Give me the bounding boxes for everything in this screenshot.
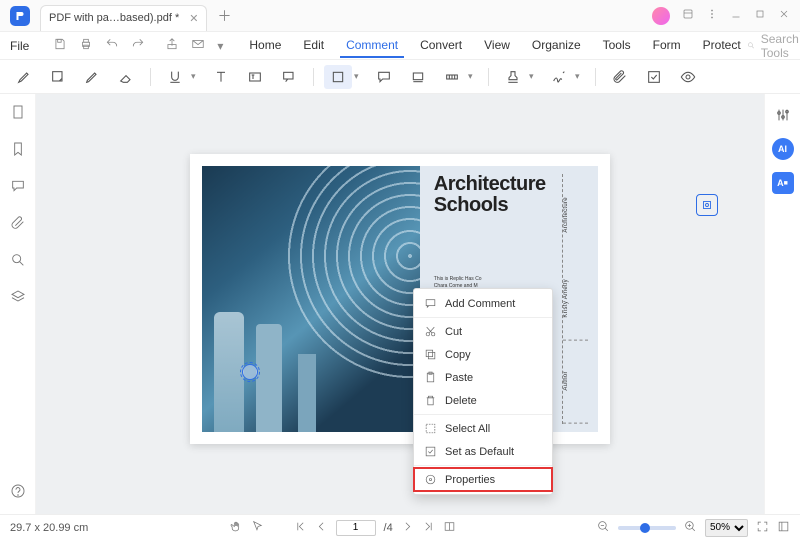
tab-protect[interactable]: Protect bbox=[697, 34, 747, 58]
ctx-copy[interactable]: Copy bbox=[414, 343, 552, 366]
new-tab-button[interactable]: ＋ bbox=[217, 6, 231, 26]
email-icon[interactable] bbox=[185, 37, 211, 54]
zoom-slider[interactable] bbox=[618, 526, 676, 530]
tab-organize[interactable]: Organize bbox=[526, 34, 587, 58]
ai-badge-icon[interactable] bbox=[652, 7, 670, 25]
measure-icon[interactable] bbox=[438, 65, 466, 89]
zoom-select[interactable]: 50% bbox=[705, 519, 748, 537]
context-menu: Add Comment Cut Copy Paste Delete Select… bbox=[413, 288, 553, 495]
sliders-icon[interactable] bbox=[772, 104, 794, 126]
text-icon[interactable] bbox=[207, 65, 235, 89]
maximize-icon[interactable] bbox=[754, 8, 766, 23]
tab-convert[interactable]: Convert bbox=[414, 34, 468, 58]
print-icon[interactable] bbox=[73, 37, 99, 54]
attachments-panel-icon[interactable] bbox=[10, 215, 26, 234]
close-window-icon[interactable] bbox=[778, 8, 790, 23]
search-tools[interactable]: Search Tools bbox=[747, 32, 800, 60]
comment-bubble-icon[interactable] bbox=[370, 65, 398, 89]
right-sidebar: AI A■ bbox=[764, 94, 800, 514]
ctx-cut[interactable]: Cut bbox=[414, 320, 552, 343]
tab-title: PDF with pa…based).pdf * bbox=[49, 12, 179, 24]
document-canvas[interactable]: Architecture Schools This is Replic Has … bbox=[36, 94, 764, 514]
comment-toolbar: ▾ ▾ ▾ ▾ ▾ bbox=[0, 60, 800, 94]
ctx-add-comment[interactable]: Add Comment bbox=[414, 292, 552, 315]
next-page-icon[interactable] bbox=[401, 520, 414, 536]
ai-tools-icon[interactable]: A■ bbox=[772, 172, 794, 194]
attachment-icon[interactable] bbox=[606, 65, 634, 89]
page-input[interactable] bbox=[336, 520, 376, 536]
reading-mode-icon[interactable] bbox=[443, 520, 456, 536]
callout-icon[interactable] bbox=[275, 65, 303, 89]
search-placeholder: Search Tools bbox=[761, 32, 800, 60]
pencil-icon[interactable] bbox=[78, 65, 106, 89]
prev-page-icon[interactable] bbox=[315, 520, 328, 536]
doc-title-1: Architecture bbox=[434, 174, 562, 195]
ctx-properties[interactable]: Properties bbox=[414, 468, 552, 491]
tab-home[interactable]: Home bbox=[243, 34, 287, 58]
title-bar: PDF with pa…based).pdf * ✕ ＋ bbox=[0, 0, 800, 32]
app-logo bbox=[10, 6, 30, 26]
search-panel-icon[interactable] bbox=[10, 252, 26, 271]
hand-tool-icon[interactable] bbox=[230, 520, 243, 536]
stamp-icon[interactable] bbox=[499, 65, 527, 89]
status-bar: 29.7 x 20.99 cm /4 50% bbox=[0, 514, 800, 540]
share-icon[interactable] bbox=[159, 37, 185, 54]
checklist-icon[interactable] bbox=[640, 65, 668, 89]
ai-chat-icon[interactable]: AI bbox=[772, 138, 794, 160]
panel-icon[interactable] bbox=[682, 8, 694, 23]
undo-icon[interactable] bbox=[99, 37, 125, 54]
ctx-paste[interactable]: Paste bbox=[414, 366, 552, 389]
highlight-icon[interactable] bbox=[10, 65, 38, 89]
layers-icon[interactable] bbox=[10, 289, 26, 308]
ctx-delete[interactable]: Delete bbox=[414, 389, 552, 412]
tab-tools[interactable]: Tools bbox=[597, 34, 637, 58]
page-photo bbox=[202, 166, 420, 432]
close-tab-icon[interactable]: ✕ bbox=[189, 12, 198, 25]
doc-title-2: Schools bbox=[434, 195, 562, 216]
tab-edit[interactable]: Edit bbox=[297, 34, 330, 58]
left-sidebar bbox=[0, 94, 36, 514]
eraser-icon[interactable] bbox=[112, 65, 140, 89]
ctx-set-default[interactable]: Set as Default bbox=[414, 440, 552, 463]
main-tabs: Home Edit Comment Convert View Organize … bbox=[243, 34, 746, 58]
tab-form[interactable]: Form bbox=[647, 34, 687, 58]
shape-icon[interactable] bbox=[324, 65, 352, 89]
document-tab[interactable]: PDF with pa…based).pdf * ✕ bbox=[40, 5, 207, 31]
note-icon[interactable] bbox=[44, 65, 72, 89]
help-icon[interactable] bbox=[10, 483, 26, 502]
last-page-icon[interactable] bbox=[422, 520, 435, 536]
redo-icon[interactable] bbox=[125, 37, 151, 54]
select-tool-icon[interactable] bbox=[251, 520, 264, 536]
side-strip: Architecture Kristy Ametly Author bbox=[562, 174, 588, 424]
more-icon[interactable] bbox=[706, 8, 718, 23]
textbox-icon[interactable] bbox=[241, 65, 269, 89]
minimize-icon[interactable] bbox=[730, 8, 742, 23]
zoom-in-icon[interactable] bbox=[684, 520, 697, 536]
floating-object-tool[interactable] bbox=[696, 194, 718, 216]
ctx-select-all[interactable]: Select All bbox=[414, 417, 552, 440]
fullscreen-icon[interactable] bbox=[777, 520, 790, 536]
fit-page-icon[interactable] bbox=[756, 520, 769, 536]
tab-comment[interactable]: Comment bbox=[340, 34, 404, 58]
zoom-out-icon[interactable] bbox=[597, 520, 610, 536]
comments-panel-icon[interactable] bbox=[10, 178, 26, 197]
bookmarks-icon[interactable] bbox=[10, 141, 26, 160]
page-total: /4 bbox=[384, 522, 393, 534]
first-page-icon[interactable] bbox=[294, 520, 307, 536]
thumbnails-icon[interactable] bbox=[10, 104, 26, 123]
file-menu[interactable]: File bbox=[0, 39, 39, 53]
save-icon[interactable] bbox=[47, 37, 73, 54]
tab-view[interactable]: View bbox=[478, 34, 516, 58]
menu-bar: File ▾ Home Edit Comment Convert View Or… bbox=[0, 32, 800, 60]
page-dimensions: 29.7 x 20.99 cm bbox=[10, 522, 88, 534]
hide-comments-icon[interactable] bbox=[674, 65, 702, 89]
area-highlight-icon[interactable] bbox=[404, 65, 432, 89]
selected-stamp-annotation[interactable] bbox=[242, 364, 258, 380]
dropdown-caret-icon[interactable]: ▾ bbox=[211, 39, 229, 53]
underline-icon[interactable] bbox=[161, 65, 189, 89]
signature-icon[interactable] bbox=[545, 65, 573, 89]
